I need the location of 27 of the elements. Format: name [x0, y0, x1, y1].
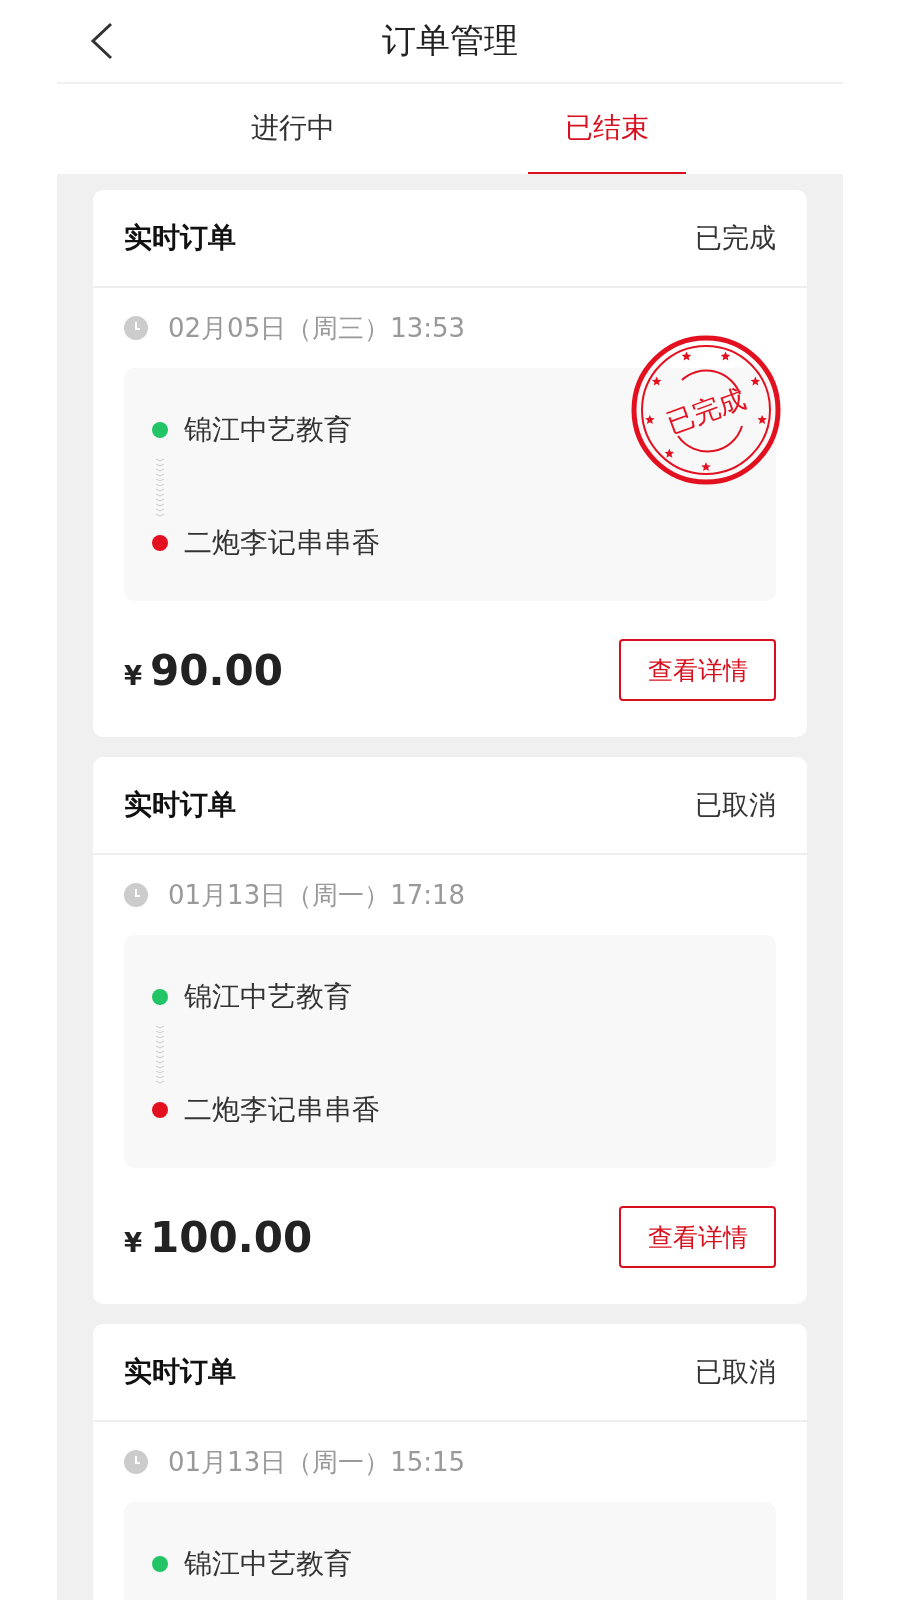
tab[interactable]: 进行中 — [214, 84, 372, 174]
order-price: 90.00 — [150, 645, 283, 695]
clock-icon — [124, 1450, 148, 1474]
order-status: 已完成 — [695, 221, 776, 255]
order-price: 100.00 — [150, 1212, 313, 1262]
order-type: 实时订单 — [124, 1354, 236, 1390]
order-status: 已取消 — [695, 788, 776, 822]
clock-icon — [124, 883, 148, 907]
currency-sign: ¥ — [124, 1227, 143, 1258]
stop-name: 二炮李记串串香 — [184, 525, 380, 561]
completed-stamp: 已完成 — [630, 334, 782, 486]
back-icon[interactable] — [89, 22, 115, 60]
order-status: 已取消 — [695, 1355, 776, 1389]
clock-icon — [124, 316, 148, 340]
stop-name: 锦江中艺教育 — [184, 412, 352, 448]
view-details-button[interactable]: 查看详情 — [619, 1206, 776, 1268]
page-title: 订单管理 — [382, 19, 518, 62]
order-type: 实时订单 — [124, 787, 236, 823]
view-details-button[interactable]: 查看详情 — [619, 639, 776, 701]
order-time: 01月13日（周一）17:18 — [168, 878, 466, 912]
order-time: 01月13日（周一）15:15 — [168, 1445, 466, 1479]
order-time: 02月05日（周三）13:53 — [168, 311, 466, 345]
stop-name: 锦江中艺教育 — [184, 1546, 352, 1582]
stop-name: 锦江中艺教育 — [184, 979, 352, 1015]
stop-name: 二炮李记串串香 — [184, 1092, 380, 1128]
currency-sign: ¥ — [124, 660, 143, 691]
order-type: 实时订单 — [124, 220, 236, 256]
